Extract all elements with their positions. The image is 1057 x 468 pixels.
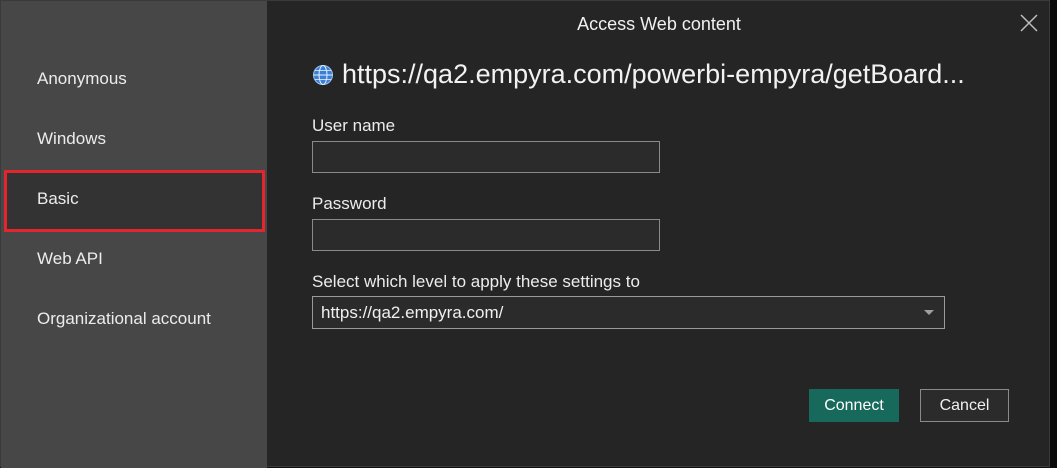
level-label: Select which level to apply these settin… bbox=[312, 272, 640, 291]
auth-method-sidebar: Anonymous Windows Basic Web API Organiza… bbox=[1, 1, 267, 468]
url-text: https://qa2.empyra.com/powerbi-empyra/ge… bbox=[342, 59, 965, 89]
password-field[interactable] bbox=[312, 219, 660, 251]
cancel-button[interactable]: Cancel bbox=[920, 389, 1009, 422]
globe-icon bbox=[313, 64, 333, 85]
sidebar-item-basic[interactable]: Basic bbox=[37, 189, 79, 209]
username-field[interactable] bbox=[312, 141, 660, 173]
sidebar-item-windows[interactable]: Windows bbox=[37, 129, 106, 149]
close-button[interactable] bbox=[1017, 11, 1041, 35]
level-select[interactable]: https://qa2.empyra.com/ bbox=[312, 296, 945, 329]
sidebar-item-web-api[interactable]: Web API bbox=[37, 249, 103, 269]
username-label: User name bbox=[312, 116, 396, 135]
background-window-strip bbox=[1050, 0, 1057, 467]
chevron-down-icon bbox=[924, 310, 934, 315]
access-web-content-dialog: Anonymous Windows Basic Web API Organiza… bbox=[0, 0, 1050, 468]
connect-button[interactable]: Connect bbox=[809, 389, 899, 422]
sidebar-item-anonymous[interactable]: Anonymous bbox=[37, 69, 127, 89]
url-row: https://qa2.empyra.com/powerbi-empyra/ge… bbox=[312, 59, 1012, 90]
dialog-title: Access Web content bbox=[577, 14, 741, 34]
level-select-value: https://qa2.empyra.com/ bbox=[321, 303, 504, 322]
close-icon bbox=[1020, 14, 1038, 32]
password-label: Password bbox=[312, 194, 387, 213]
sidebar-item-organizational-account[interactable]: Organizational account bbox=[37, 309, 211, 329]
